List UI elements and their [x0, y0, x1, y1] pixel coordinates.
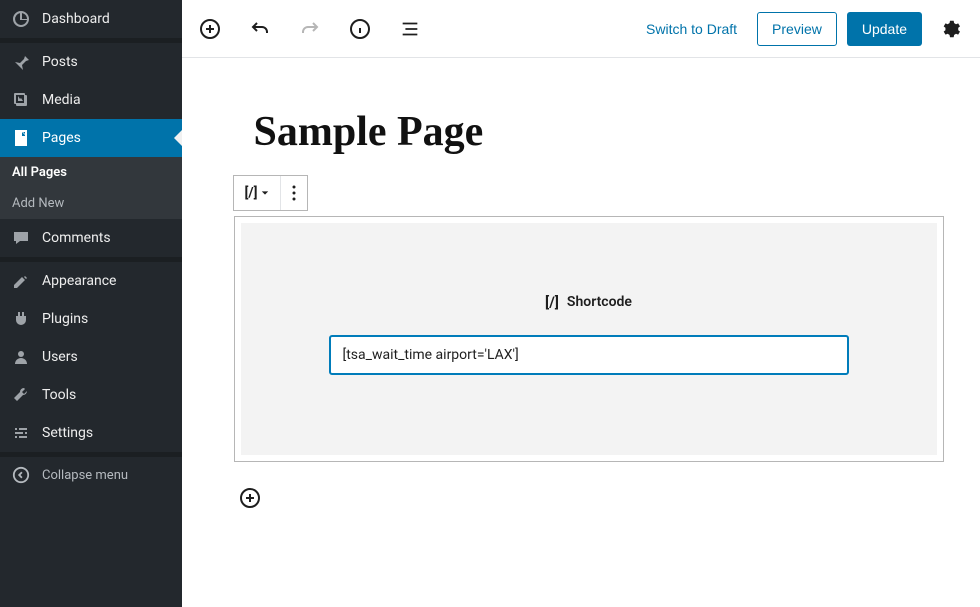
shortcode-input[interactable]	[329, 335, 849, 375]
shortcode-icon: [/]	[545, 293, 559, 311]
redo-button[interactable]	[294, 13, 326, 45]
sidebar-item-media[interactable]: Media	[0, 81, 182, 119]
media-icon	[10, 90, 32, 110]
dashboard-icon	[10, 9, 32, 29]
block-toolbar: [/]	[233, 175, 309, 211]
block-label: [/] Shortcode	[545, 293, 632, 311]
sidebar-item-plugins[interactable]: Plugins	[0, 300, 182, 338]
sidebar-item-label: Posts	[42, 54, 78, 70]
plugins-icon	[10, 309, 32, 329]
sidebar-item-comments[interactable]: Comments	[0, 219, 182, 257]
block-label-text: Shortcode	[567, 294, 632, 310]
editor-main: Switch to Draft Preview Update Sample Pa…	[182, 0, 980, 607]
shortcode-block[interactable]: [/] Shortcode	[234, 216, 944, 462]
block-body: [/] Shortcode	[241, 223, 937, 455]
info-button[interactable]	[344, 13, 376, 45]
sidebar-item-pages[interactable]: Pages	[0, 119, 182, 157]
sidebar-item-label: Tools	[42, 387, 76, 403]
editor-topbar: Switch to Draft Preview Update	[182, 0, 980, 58]
editor-scroll-area[interactable]: Sample Page [/] [/] Shortcode	[182, 58, 980, 607]
pushpin-icon	[10, 52, 32, 72]
preview-button[interactable]: Preview	[757, 12, 837, 46]
comments-icon	[10, 228, 32, 248]
sidebar-item-label: Settings	[42, 425, 93, 441]
page-title[interactable]: Sample Page	[234, 93, 944, 176]
sidebar-item-label: Dashboard	[42, 11, 110, 27]
submenu-all-pages[interactable]: All Pages	[0, 157, 182, 188]
add-block-footer	[234, 482, 944, 514]
submenu-add-new[interactable]: Add New	[0, 188, 182, 219]
sidebar-collapse-label: Collapse menu	[42, 468, 128, 483]
sidebar-item-label: Pages	[42, 130, 81, 146]
sidebar-item-posts[interactable]: Posts	[0, 43, 182, 81]
undo-button[interactable]	[244, 13, 276, 45]
update-button[interactable]: Update	[847, 12, 922, 46]
outline-button[interactable]	[394, 13, 426, 45]
collapse-icon	[10, 466, 32, 484]
appearance-icon	[10, 271, 32, 291]
sidebar-item-settings[interactable]: Settings	[0, 414, 182, 452]
users-icon	[10, 347, 32, 367]
sidebar-item-dashboard[interactable]: Dashboard	[0, 0, 182, 38]
sidebar-item-label: Appearance	[42, 273, 116, 289]
shortcode-icon: [/]	[245, 185, 258, 201]
sidebar-collapse[interactable]: Collapse menu	[0, 457, 182, 493]
topbar-left	[194, 13, 426, 45]
topbar-right: Switch to Draft Preview Update	[636, 11, 968, 47]
add-block-inline-button[interactable]	[234, 482, 266, 514]
sidebar-item-tools[interactable]: Tools	[0, 376, 182, 414]
sidebar-submenu-pages: All Pages Add New	[0, 157, 182, 219]
settings-button[interactable]	[932, 11, 968, 47]
block-type-button[interactable]: [/]	[234, 176, 282, 210]
pages-icon	[10, 128, 32, 148]
admin-sidebar: Dashboard Posts Media Pages All Pages Ad…	[0, 0, 182, 607]
editor-canvas: Sample Page [/] [/] Shortcode	[234, 93, 944, 514]
sidebar-item-label: Comments	[42, 230, 111, 246]
tools-icon	[10, 385, 32, 405]
sidebar-item-users[interactable]: Users	[0, 338, 182, 376]
sidebar-item-label: Media	[42, 92, 81, 108]
block-more-button[interactable]	[281, 176, 307, 210]
sidebar-item-label: Plugins	[42, 311, 88, 327]
settings-icon	[10, 423, 32, 443]
switch-to-draft-button[interactable]: Switch to Draft	[636, 13, 747, 45]
add-block-button[interactable]	[194, 13, 226, 45]
sidebar-item-label: Users	[42, 349, 78, 365]
sidebar-item-appearance[interactable]: Appearance	[0, 262, 182, 300]
